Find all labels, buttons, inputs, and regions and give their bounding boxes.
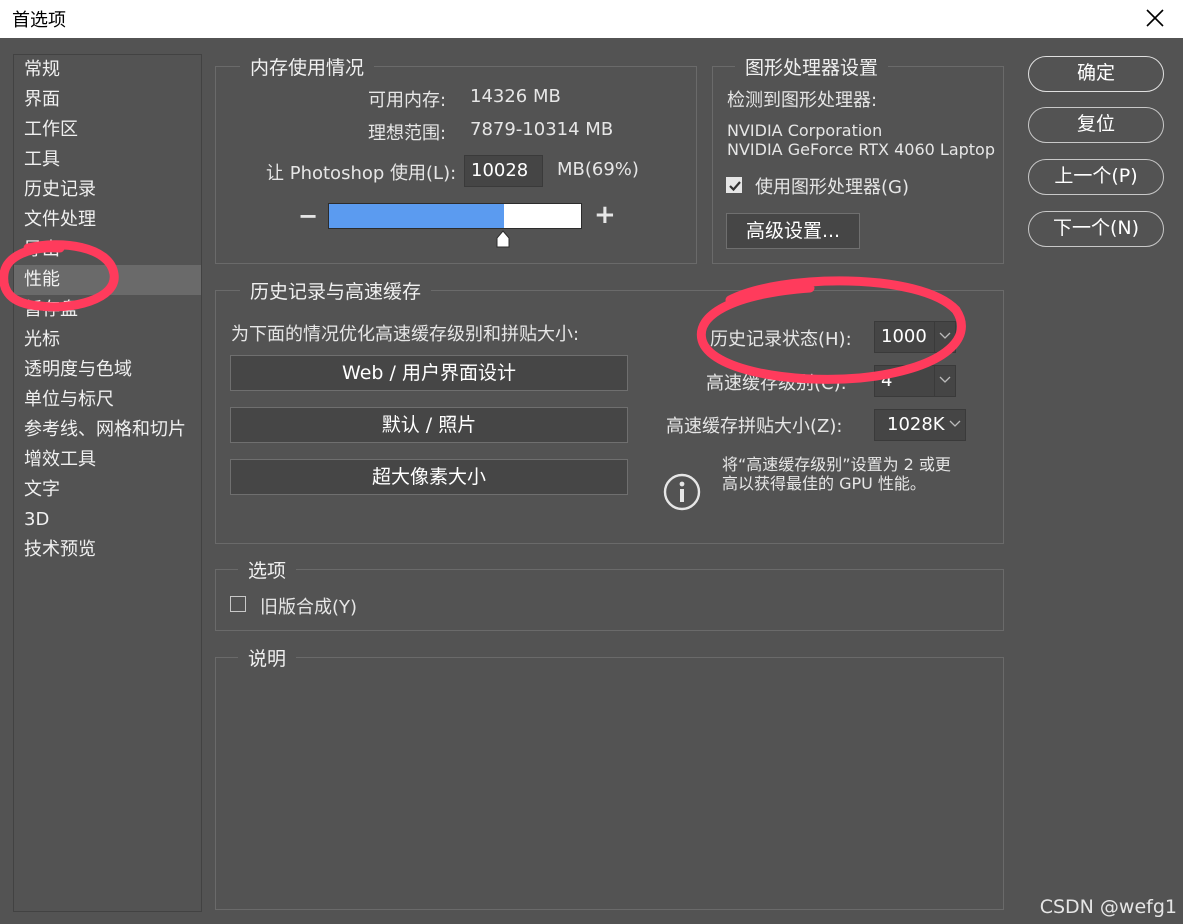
sidebar-item-guides-grid[interactable]: 参考线、网格和切片 xyxy=(14,415,201,445)
cache-tile-size-dropdown[interactable]: 1028K xyxy=(874,409,966,441)
chevron-down-icon xyxy=(949,420,961,427)
optimize-cache-label: 为下面的情况优化高速缓存级别和拼贴大小: xyxy=(231,324,580,345)
close-icon xyxy=(1146,9,1164,27)
default-photos-button[interactable]: 默认 / 照片 xyxy=(230,407,628,443)
watermark-text: CSDN @wefg1 xyxy=(1039,896,1177,918)
memory-increase-button[interactable]: + xyxy=(594,200,616,230)
available-memory-value: 14326 MB xyxy=(470,86,561,107)
memory-percent-label: MB(69%) xyxy=(557,159,639,180)
dropdown-arrow xyxy=(934,366,955,396)
advanced-settings-button[interactable]: 高级设置... xyxy=(726,213,860,249)
previous-button[interactable]: 上一个(P) xyxy=(1028,159,1164,195)
sidebar-item-scratch-disks[interactable]: 暂存盘 xyxy=(14,295,201,325)
description-group: 说明 xyxy=(215,644,1004,910)
sidebar-item-general[interactable]: 常规 xyxy=(14,55,201,85)
legacy-compositing-label: 旧版合成(Y) xyxy=(260,597,358,618)
huge-pixel-dimensions-button[interactable]: 超大像素大小 xyxy=(230,459,628,495)
title-bar: 首选项 xyxy=(0,0,1183,38)
memory-amount-input[interactable]: 10028 xyxy=(464,155,543,187)
chevron-down-icon xyxy=(939,376,951,383)
chevron-down-icon xyxy=(939,332,951,339)
sidebar-item-3d[interactable]: 3D xyxy=(14,505,201,535)
cache-tile-size-label: 高速缓存拼贴大小(Z): xyxy=(666,416,843,437)
cache-tile-size-value: 1028K xyxy=(887,414,945,435)
sidebar-item-units-rulers[interactable]: 单位与标尺 xyxy=(14,385,201,415)
gpu-model: NVIDIA GeForce RTX 4060 Laptop xyxy=(727,140,995,159)
memory-slider-fill xyxy=(329,204,505,228)
sidebar-item-interface[interactable]: 界面 xyxy=(14,85,201,115)
close-button[interactable] xyxy=(1141,4,1169,32)
sidebar-item-plugins[interactable]: 增效工具 xyxy=(14,445,201,475)
gpu-detected-label: 检测到图形处理器: xyxy=(727,90,878,111)
sidebar-item-workspace[interactable]: 工作区 xyxy=(14,115,201,145)
sidebar-item-file-handling[interactable]: 文件处理 xyxy=(14,205,201,235)
legacy-compositing-checkbox[interactable] xyxy=(230,596,246,612)
memory-decrease-button[interactable]: − xyxy=(298,202,318,230)
history-states-label: 历史记录状态(H): xyxy=(710,329,852,350)
sidebar-item-tools[interactable]: 工具 xyxy=(14,145,201,175)
history-states-value: 1000 xyxy=(881,326,927,347)
description-legend: 说明 xyxy=(238,644,297,671)
gpu-vendor: NVIDIA Corporation xyxy=(727,121,883,140)
sidebar-item-history[interactable]: 历史记录 xyxy=(14,175,201,205)
checkmark-icon xyxy=(729,181,741,192)
cache-levels-label: 高速缓存级别(C): xyxy=(706,373,847,394)
history-cache-legend: 历史记录与高速缓存 xyxy=(240,277,432,304)
gpu-settings-legend: 图形处理器设置 xyxy=(735,53,889,80)
slider-thumb-icon[interactable] xyxy=(495,230,511,248)
memory-slider[interactable] xyxy=(328,203,582,229)
sidebar-item-type[interactable]: 文字 xyxy=(14,475,201,505)
available-memory-label: 可用内存: xyxy=(368,90,447,111)
cache-levels-value: 4 xyxy=(881,370,893,391)
memory-usage-legend: 内存使用情况 xyxy=(240,53,375,80)
dropdown-arrow xyxy=(934,322,955,352)
dropdown-arrow xyxy=(945,410,965,440)
sidebar-nav: 常规 界面 工作区 工具 历史记录 文件处理 导出 性能 暂存盘 光标 透明度与… xyxy=(13,54,202,912)
let-photoshop-use-label: 让 Photoshop 使用(L): xyxy=(266,163,457,184)
ideal-range-value: 7879-10314 MB xyxy=(470,119,614,140)
ok-button[interactable]: 确定 xyxy=(1028,56,1164,92)
gpu-cache-info-line2: 高以获得最佳的 GPU 性能。 xyxy=(722,474,926,493)
sidebar-item-export[interactable]: 导出 xyxy=(14,235,201,265)
reset-button[interactable]: 复位 xyxy=(1028,107,1164,143)
sidebar-item-transparency[interactable]: 透明度与色域 xyxy=(14,355,201,385)
sidebar-item-tech-previews[interactable]: 技术预览 xyxy=(14,535,201,565)
web-ui-design-button[interactable]: Web / 用户界面设计 xyxy=(230,355,628,391)
next-button[interactable]: 下一个(N) xyxy=(1028,211,1164,247)
options-legend: 选项 xyxy=(238,556,297,583)
history-states-dropdown[interactable]: 1000 xyxy=(874,321,956,353)
ideal-range-label: 理想范围: xyxy=(368,123,447,144)
sidebar-item-cursors[interactable]: 光标 xyxy=(14,325,201,355)
window-title: 首选项 xyxy=(12,10,66,31)
cache-levels-dropdown[interactable]: 4 xyxy=(874,365,956,397)
use-gpu-label: 使用图形处理器(G) xyxy=(755,177,909,198)
info-icon xyxy=(663,473,701,511)
sidebar-item-performance[interactable]: 性能 xyxy=(14,265,201,295)
use-gpu-checkbox[interactable] xyxy=(726,177,742,193)
